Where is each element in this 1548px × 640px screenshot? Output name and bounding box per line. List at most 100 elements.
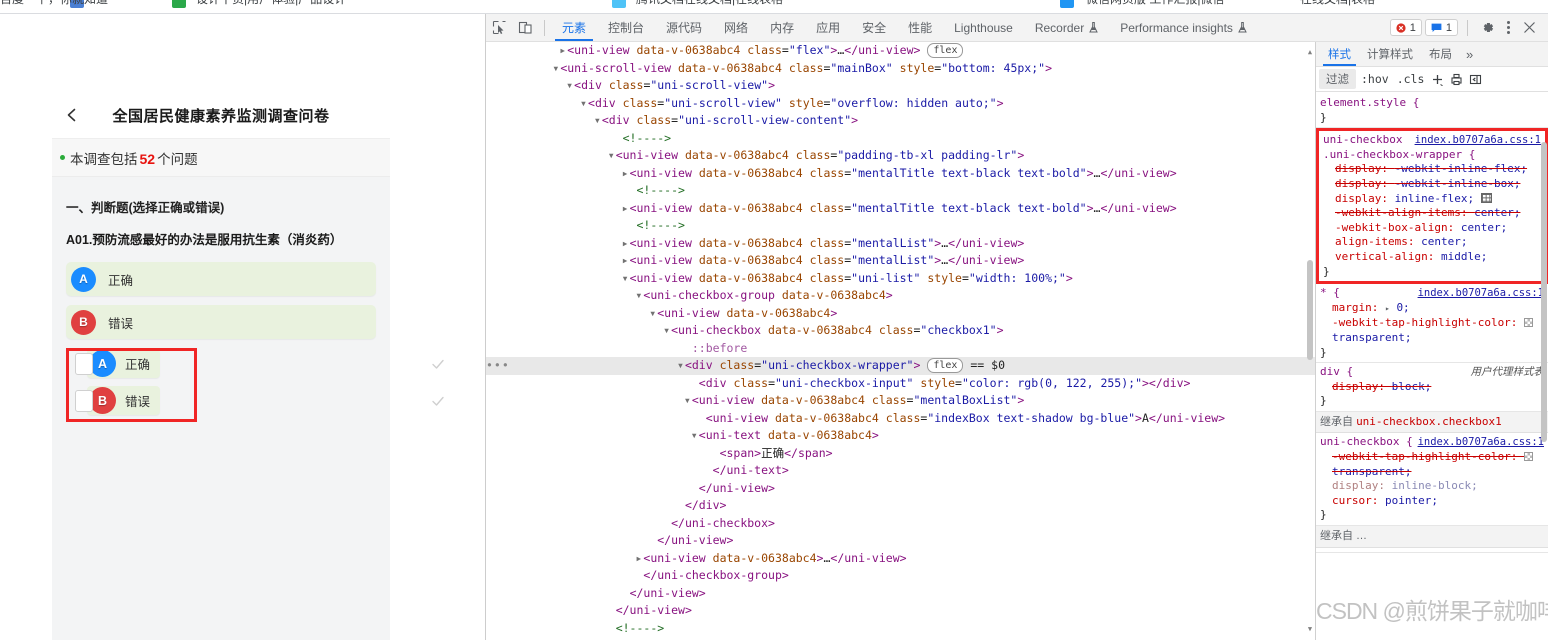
tab-computed[interactable]: 计算样式 bbox=[1359, 42, 1421, 66]
bookmark-item[interactable]: 在线文档|表格 bbox=[1300, 0, 1375, 7]
dom-node[interactable]: ▾<div class="uni-scroll-view-content"> bbox=[486, 112, 1315, 130]
cls-button[interactable]: .cls bbox=[1394, 72, 1428, 86]
dom-node-selected[interactable]: ••• ▾<div class="uni-checkbox-wrapper"> … bbox=[486, 357, 1315, 375]
dom-node[interactable]: <!----> bbox=[486, 620, 1315, 638]
scrollbar-thumb[interactable] bbox=[1307, 260, 1313, 360]
dom-node[interactable]: ▾<div class="uni-scroll-view" style="ove… bbox=[486, 95, 1315, 113]
dom-node[interactable]: <uni-view data-v-0638abc4 class="indexBo… bbox=[486, 410, 1315, 428]
css-rule[interactable]: 用户代理样式表 div {display: block;} bbox=[1316, 363, 1548, 412]
dom-node[interactable]: </uni-view> bbox=[486, 602, 1315, 620]
css-source-link[interactable]: index.b0707a6a.css:1 bbox=[1418, 286, 1548, 301]
dom-node[interactable]: ▾<uni-text data-v-0638abc4> bbox=[486, 427, 1315, 445]
plus-icon[interactable] bbox=[1429, 71, 1446, 88]
css-property[interactable]: display: -webkit-inline-flex; bbox=[1323, 162, 1545, 177]
dom-node[interactable]: </uni-view> bbox=[486, 585, 1315, 603]
bookmark-item[interactable]: 腾讯文档在线文档|在线表格 bbox=[636, 0, 783, 7]
scrollbar-thumb[interactable] bbox=[1541, 142, 1547, 442]
checkbox-row-b[interactable]: B 错误 bbox=[66, 385, 444, 416]
print-media-icon[interactable] bbox=[1448, 71, 1465, 88]
dom-node[interactable]: ▸<uni-view data-v-0638abc4 class="mental… bbox=[486, 235, 1315, 253]
gear-icon[interactable] bbox=[1474, 15, 1500, 41]
css-rule[interactable]: index.b0707a6a.css:1 * {margin: ▸ 0; -webk… bbox=[1316, 284, 1548, 364]
tab-performance-insights[interactable]: Performance insights bbox=[1109, 14, 1258, 41]
tab-security[interactable]: 安全 bbox=[851, 14, 897, 41]
dom-node[interactable]: </uni-view> bbox=[486, 480, 1315, 498]
tab-elements[interactable]: 元素 bbox=[551, 14, 597, 41]
dom-node[interactable]: </uni-checkbox-group> bbox=[486, 567, 1315, 585]
css-property[interactable]: -webkit-tap-highlight-color: transparent… bbox=[1320, 316, 1548, 345]
dom-node[interactable]: <span>正确</span> bbox=[486, 445, 1315, 463]
dom-node[interactable]: <!----> bbox=[486, 182, 1315, 200]
css-property[interactable]: cursor: pointer; bbox=[1320, 494, 1548, 509]
dom-tree[interactable]: ▸<uni-view data-v-0638abc4 class="flex">… bbox=[486, 42, 1315, 640]
css-property[interactable]: -webkit-align-items: center; bbox=[1323, 206, 1545, 221]
styles-rules-list[interactable]: element.style {} index.b0707a6a.css:1 uni-… bbox=[1316, 92, 1548, 640]
css-property[interactable]: display: inline-block; bbox=[1320, 479, 1548, 494]
dom-node[interactable]: <div class="uni-checkbox-input" style="c… bbox=[486, 375, 1315, 393]
css-source-link[interactable]: index.b0707a6a.css:1 bbox=[1418, 435, 1548, 450]
css-selector[interactable]: * { bbox=[1320, 286, 1340, 299]
bookmark-item[interactable]: 微信网页版 工作汇报|微信 bbox=[1086, 0, 1224, 7]
dom-node[interactable]: ▾<uni-scroll-view data-v-0638abc4 class=… bbox=[486, 60, 1315, 78]
dom-node[interactable]: ::before bbox=[486, 340, 1315, 358]
dom-node[interactable]: </uni-text> bbox=[486, 462, 1315, 480]
dom-node[interactable]: ▸<uni-view data-v-0638abc4 class="flex">… bbox=[486, 42, 1315, 60]
tab-console[interactable]: 控制台 bbox=[597, 14, 655, 41]
styles-scrollbar[interactable] bbox=[1540, 142, 1548, 640]
chevron-left-icon[interactable] bbox=[64, 107, 80, 123]
dom-node[interactable]: ▾<uni-view data-v-0638abc4 class="mental… bbox=[486, 392, 1315, 410]
tab-lighthouse[interactable]: Lighthouse bbox=[943, 14, 1024, 41]
tab-network[interactable]: 网络 bbox=[713, 14, 759, 41]
dom-node[interactable]: ▸<uni-view data-v-0638abc4 class="mental… bbox=[486, 165, 1315, 183]
dom-node[interactable]: <!----> bbox=[486, 130, 1315, 148]
dom-node[interactable]: ▾<uni-checkbox-group data-v-0638abc4> bbox=[486, 287, 1315, 305]
tab-recorder[interactable]: Recorder bbox=[1024, 14, 1109, 41]
dom-tree-scrollbar[interactable]: ▲ ▼ bbox=[1306, 42, 1314, 640]
css-rule-element-style[interactable]: element.style {} bbox=[1316, 94, 1548, 129]
dom-node[interactable]: ▸<uni-view data-v-0638abc4 class="mental… bbox=[486, 252, 1315, 270]
checkbox-input-a[interactable] bbox=[75, 352, 93, 375]
close-icon[interactable] bbox=[1516, 15, 1542, 41]
css-rule-body[interactable]: </span><span class="sel" data-name="css-… bbox=[1316, 548, 1548, 553]
css-property[interactable]: display: inline-flex; bbox=[1323, 192, 1545, 207]
dom-node[interactable]: <!----> bbox=[486, 217, 1315, 235]
css-rule-inherited[interactable]: index.b0707a6a.css:1 uni-checkbox {-webki… bbox=[1316, 433, 1548, 527]
dom-node[interactable]: ▾<uni-view data-v-0638abc4> bbox=[486, 305, 1315, 323]
tab-performance[interactable]: 性能 bbox=[897, 14, 943, 41]
tab-layout[interactable]: 布局 bbox=[1421, 42, 1460, 66]
option-row-a[interactable]: A 正确 bbox=[66, 262, 376, 296]
css-property[interactable]: display: block; bbox=[1320, 380, 1548, 395]
tab-application[interactable]: 应用 bbox=[805, 14, 851, 41]
option-row-b[interactable]: B 错误 bbox=[66, 305, 376, 339]
error-count-badge[interactable]: 1 bbox=[1389, 19, 1422, 36]
css-rule[interactable]: index.b0707a6a.css:1 uni-checkbox .uni-ch… bbox=[1316, 128, 1548, 285]
message-count-badge[interactable]: 1 bbox=[1424, 19, 1458, 36]
css-property[interactable]: -webkit-box-align: center; bbox=[1323, 221, 1545, 236]
dom-node[interactable]: ▸<uni-view data-v-0638abc4 class="mental… bbox=[486, 200, 1315, 218]
toggle-sidebar-icon[interactable] bbox=[1467, 71, 1484, 88]
bookmark-item[interactable]: 百度一下，你就知道 bbox=[0, 0, 108, 7]
bookmark-item[interactable]: 设计干货|用户体验|产品设计 bbox=[196, 0, 346, 7]
scroll-down-arrow[interactable]: ▼ bbox=[1306, 621, 1314, 639]
filter-input[interactable]: 过滤 bbox=[1319, 69, 1356, 89]
device-toolbar-icon[interactable] bbox=[512, 15, 538, 41]
tab-sources[interactable]: 源代码 bbox=[655, 14, 713, 41]
css-selector[interactable]: div { bbox=[1320, 365, 1353, 378]
css-property[interactable]: vertical-align: middle; bbox=[1323, 250, 1545, 265]
scroll-up-arrow[interactable]: ▲ bbox=[1306, 44, 1314, 62]
dom-node[interactable]: </div> bbox=[486, 497, 1315, 515]
dom-node[interactable]: </uni-checkbox> bbox=[486, 515, 1315, 533]
css-property[interactable]: -webkit-tap-highlight-color: transparent… bbox=[1320, 450, 1548, 479]
hov-button[interactable]: :hov bbox=[1358, 72, 1392, 86]
css-property[interactable]: display: -webkit-inline-box; bbox=[1323, 177, 1545, 192]
checkbox-input-b[interactable] bbox=[75, 389, 93, 412]
dom-node[interactable]: ▾<uni-view data-v-0638abc4 class="uni-li… bbox=[486, 270, 1315, 288]
tab-styles[interactable]: 样式 bbox=[1320, 42, 1359, 66]
css-source-link[interactable]: index.b0707a6a.css:1 bbox=[1415, 133, 1545, 148]
dom-node[interactable]: ▾<div class="uni-scroll-view"> bbox=[486, 77, 1315, 95]
css-property[interactable]: align-items: center; bbox=[1323, 235, 1545, 250]
dom-node[interactable]: ▾<uni-view data-v-0638abc4 class="paddin… bbox=[486, 147, 1315, 165]
more-tabs-icon[interactable]: » bbox=[1460, 47, 1479, 62]
dom-node[interactable]: </uni-view> bbox=[486, 532, 1315, 550]
dom-node[interactable]: ▸<uni-view data-v-0638abc4>…</uni-view> bbox=[486, 550, 1315, 568]
